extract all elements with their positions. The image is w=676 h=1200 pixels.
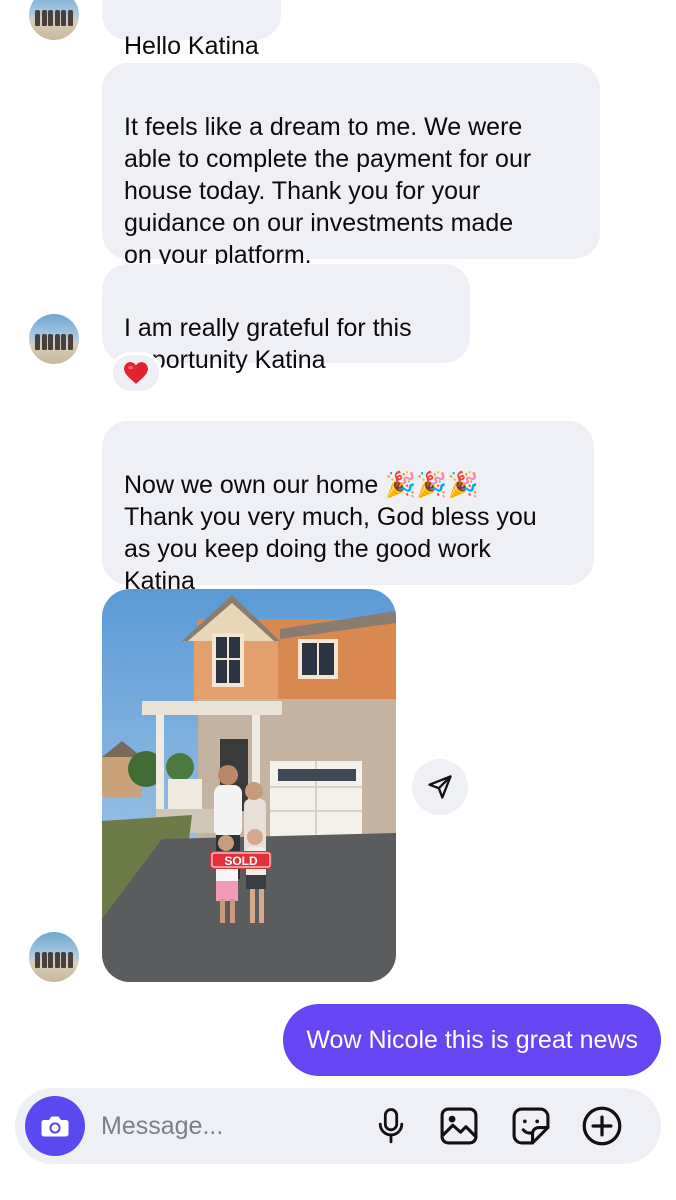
add-icon — [582, 1106, 622, 1146]
heart-icon — [124, 362, 148, 384]
message-bubble[interactable]: Hello Katina — [102, 0, 281, 60]
message-bubble[interactable]: Now we own our home 🎉🎉🎉 Thank you very m… — [102, 421, 594, 595]
sticker-button[interactable] — [510, 1105, 552, 1147]
shared-photo[interactable]: SOLD — [102, 589, 396, 982]
add-button[interactable] — [581, 1105, 623, 1147]
sender-avatar[interactable] — [29, 932, 79, 982]
share-button[interactable] — [412, 759, 468, 815]
camera-icon — [41, 1116, 69, 1137]
send-icon — [428, 775, 452, 799]
message-text: I am really grateful for this opportunit… — [124, 314, 412, 374]
message-text: It feels like a dream to me. We were abl… — [124, 113, 532, 269]
message-composer — [15, 1088, 661, 1164]
microphone-icon — [378, 1108, 404, 1144]
message-bubble[interactable]: It feels like a dream to me. We were abl… — [102, 63, 600, 269]
heart-reaction[interactable] — [110, 352, 162, 394]
message-input[interactable] — [101, 1102, 351, 1150]
message-bubble[interactable]: I am really grateful for this opportunit… — [102, 264, 470, 374]
message-text: Now we own our home 🎉🎉🎉 Thank you very m… — [124, 471, 537, 595]
sticker-icon — [512, 1107, 550, 1145]
gallery-button[interactable] — [438, 1105, 480, 1147]
microphone-button[interactable] — [370, 1105, 412, 1147]
camera-button[interactable] — [25, 1096, 85, 1156]
message-text: Hello Katina — [124, 32, 259, 60]
sender-avatar[interactable] — [29, 0, 79, 40]
message-text: Wow Nicole this is great news — [306, 1026, 638, 1054]
sender-avatar[interactable] — [29, 314, 79, 364]
gallery-icon — [440, 1107, 478, 1145]
outgoing-message-bubble[interactable]: Wow Nicole this is great news — [283, 1004, 661, 1076]
sold-sign-text: SOLD — [224, 854, 258, 868]
